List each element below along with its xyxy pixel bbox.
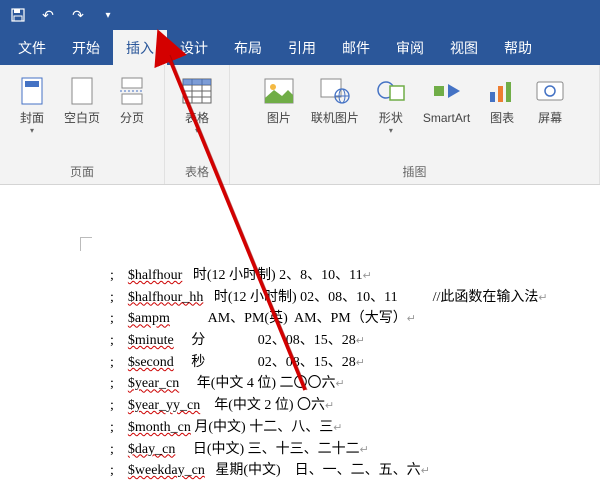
tab-file[interactable]: 文件 [5, 30, 59, 65]
table-button[interactable]: 表格 ▾ [173, 71, 221, 139]
shapes-icon [375, 75, 407, 107]
group-pages: 封面 ▾ 空白页 分页 页面 [0, 65, 165, 184]
tab-help[interactable]: 帮助 [491, 30, 545, 65]
document-line: ; $halfhour_hh 时(12 小时制) 02、08、10、11 //此… [110, 287, 600, 309]
blank-page-label: 空白页 [64, 111, 100, 125]
tab-view[interactable]: 视图 [437, 30, 491, 65]
table-label: 表格 [185, 111, 209, 125]
document-line: ; $ampm AM、PM(英) AM、PM（大写）↵ [110, 308, 600, 330]
save-icon[interactable] [10, 7, 26, 23]
chart-button[interactable]: 图表 [478, 71, 526, 129]
page-break-icon [116, 75, 148, 107]
document-line: ; $second 秒 02、08、15、28↵ [110, 352, 600, 374]
online-picture-label: 联机图片 [311, 111, 359, 125]
blank-page-icon [66, 75, 98, 107]
page-corner [80, 237, 92, 251]
group-pages-label: 页面 [70, 160, 94, 184]
page-break-label: 分页 [120, 111, 144, 125]
shapes-label: 形状 [379, 111, 403, 125]
smartart-icon [431, 75, 463, 107]
picture-icon [263, 75, 295, 107]
document-line: ; $halfhour 时(12 小时制) 2、8、10、11↵ [110, 265, 600, 287]
chart-icon [486, 75, 518, 107]
chevron-down-icon: ▾ [389, 126, 393, 135]
table-icon [181, 75, 213, 107]
tab-review[interactable]: 审阅 [383, 30, 437, 65]
screenshot-label: 屏幕 [538, 111, 562, 125]
chevron-down-icon: ▾ [30, 126, 34, 135]
document-line: ; $year_cn 年(中文 4 位) 二〇〇六↵ [110, 373, 600, 395]
group-illustrations: 图片 联机图片 形状 ▾ SmartArt 图表 屏幕 [230, 65, 600, 184]
document-content: ; $halfhour 时(12 小时制) 2、8、10、11↵; $halfh… [60, 225, 600, 482]
document-line: ; $month_cn 月(中文) 十二、八、三↵ [110, 417, 600, 439]
screenshot-icon [534, 75, 566, 107]
redo-icon[interactable]: ↷ [70, 7, 86, 23]
group-tables-label: 表格 [185, 160, 209, 184]
chevron-down-icon: ▾ [195, 126, 199, 135]
chart-label: 图表 [490, 111, 514, 125]
cover-page-button[interactable]: 封面 ▾ [8, 71, 56, 139]
undo-icon[interactable]: ↶ [40, 7, 56, 23]
cover-page-icon [16, 75, 48, 107]
online-picture-icon [319, 75, 351, 107]
smartart-button[interactable]: SmartArt [415, 71, 478, 129]
ribbon: 封面 ▾ 空白页 分页 页面 表格 ▾ 表格 [0, 65, 600, 185]
tab-insert[interactable]: 插入 [113, 30, 167, 65]
document-area[interactable]: ; $halfhour 时(12 小时制) 2、8、10、11↵; $halfh… [0, 185, 600, 500]
tab-home[interactable]: 开始 [59, 30, 113, 65]
tab-mailings[interactable]: 邮件 [329, 30, 383, 65]
tab-references[interactable]: 引用 [275, 30, 329, 65]
group-tables: 表格 ▾ 表格 [165, 65, 230, 184]
tab-layout[interactable]: 布局 [221, 30, 275, 65]
qat-more-icon[interactable]: ▾ [100, 7, 116, 23]
ribbon-tabs: 文件 开始 插入 设计 布局 引用 邮件 审阅 视图 帮助 [0, 30, 600, 65]
screenshot-button[interactable]: 屏幕 [526, 71, 574, 129]
cover-page-label: 封面 [20, 111, 44, 125]
document-line: ; $weekday_cn 星期(中文) 日、一、二、五、六↵ [110, 460, 600, 482]
document-line: ; $day_cn 日(中文) 三、十三、二十二↵ [110, 439, 600, 461]
document-line: ; $year_yy_cn 年(中文 2 位) 〇六↵ [110, 395, 600, 417]
picture-label: 图片 [267, 111, 291, 125]
quick-access-toolbar: ↶ ↷ ▾ [0, 0, 600, 30]
picture-button[interactable]: 图片 [255, 71, 303, 129]
shapes-button[interactable]: 形状 ▾ [367, 71, 415, 139]
page-break-button[interactable]: 分页 [108, 71, 156, 129]
smartart-label: SmartArt [423, 111, 470, 125]
online-picture-button[interactable]: 联机图片 [303, 71, 367, 129]
document-line: ; $minute 分 02、08、15、28↵ [110, 330, 600, 352]
tab-design[interactable]: 设计 [167, 30, 221, 65]
group-illustrations-label: 插图 [403, 160, 427, 184]
blank-page-button[interactable]: 空白页 [56, 71, 108, 129]
